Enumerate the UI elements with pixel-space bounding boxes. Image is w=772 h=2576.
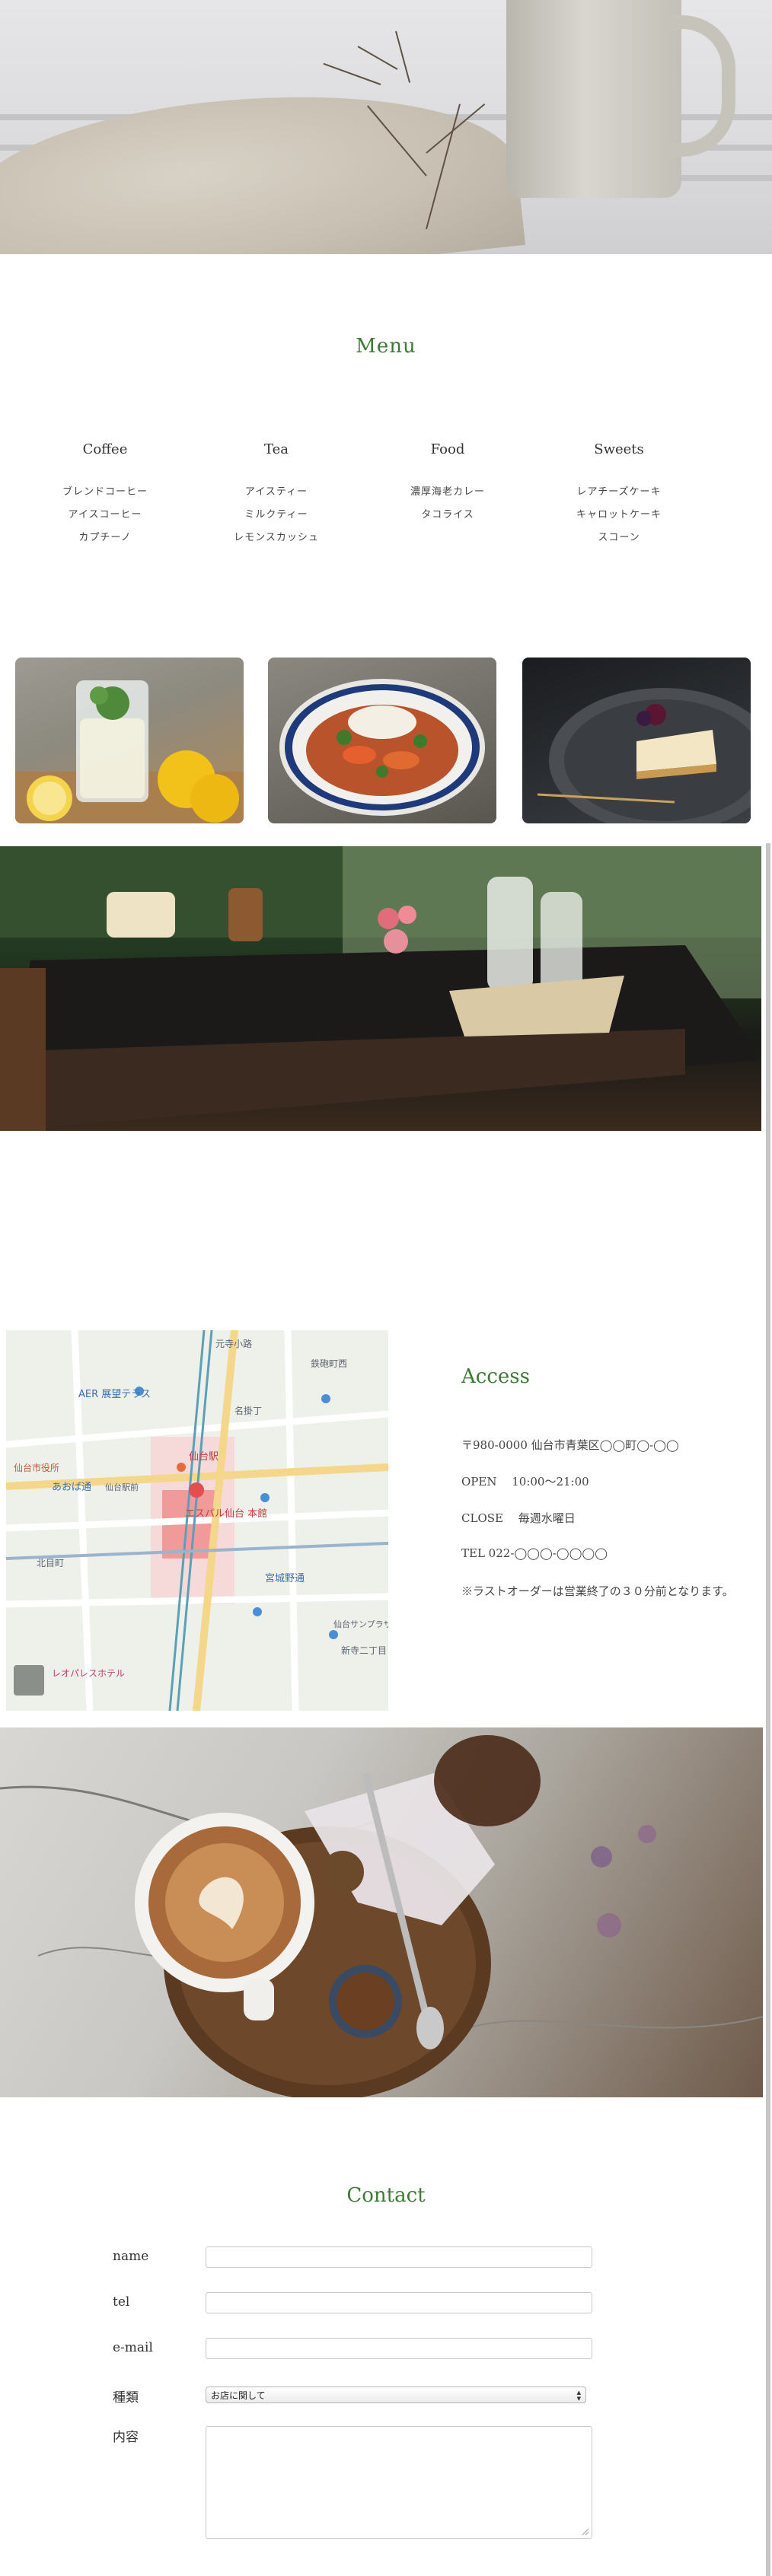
type-select[interactable]: お店に関して ▲ ▼	[206, 2387, 586, 2403]
menu-item: タコライス	[421, 509, 474, 521]
type-select-value: お店に関して	[211, 2390, 266, 2401]
latte-photo	[0, 1727, 763, 2097]
hero-image	[0, 0, 772, 254]
resize-handle-icon[interactable]	[582, 2528, 589, 2536]
menu-item: ミルクティー	[244, 509, 308, 521]
name-input[interactable]	[206, 2246, 592, 2268]
map[interactable]: 元寺小路 鉄砲町西 AER 展望テラス 名掛丁 仙台駅 あおば通 仙台駅前 エス…	[6, 1330, 388, 1711]
email-input[interactable]	[206, 2338, 592, 2359]
content-textarea[interactable]	[206, 2426, 592, 2539]
contact-title: Contact	[346, 2184, 426, 2207]
access-title: Access	[461, 1365, 530, 1388]
menu-column-coffee: Coffee ブレンドコーヒー アイスコーヒー カプチーノ	[21, 441, 189, 549]
curry-photo	[268, 658, 496, 823]
map-label: エスパル仙台 本館	[185, 1508, 267, 1520]
map-label: あおば通	[52, 1482, 91, 1493]
map-label: 仙台駅前	[105, 1482, 139, 1492]
menu-item: 濃厚海老カレー	[410, 486, 485, 498]
access-address: 〒980-0000 仙台市青葉区◯◯町◯-◯◯	[461, 1438, 679, 1452]
map-label: レオパレスホテル	[52, 1668, 125, 1679]
cafe-interior-photo	[0, 846, 761, 1131]
menu-item: ブレンドコーヒー	[62, 486, 148, 498]
access-tel: TEL 022-◯◯◯-◯◯◯◯	[461, 1546, 608, 1560]
menu-item: アイスティー	[244, 486, 308, 498]
map-label: AER 展望テラス	[78, 1388, 151, 1400]
content-label: 内容	[113, 2430, 139, 2445]
lemonade-photo	[15, 658, 244, 823]
map-label: 新寺二丁目	[341, 1645, 387, 1656]
menu-title: Menu	[356, 335, 416, 358]
pitcher-image	[506, 0, 681, 198]
menu-column-sweets: Sweets レアチーズケーキ キャロットケーキ スコーン	[535, 441, 703, 549]
menu-item: カプチーノ	[78, 532, 132, 543]
menu-category: Tea	[264, 441, 289, 457]
chevron-updown-icon: ▲ ▼	[576, 2390, 581, 2402]
menu-item: レアチーズケーキ	[576, 486, 662, 498]
tel-label: tel	[113, 2294, 130, 2310]
menu-category: Food	[430, 441, 465, 457]
menu-column-tea: Tea アイスティー ミルクティー レモンスカッシュ	[193, 441, 360, 549]
menu-item: アイスコーヒー	[68, 509, 142, 521]
map-label: 鉄砲町西	[311, 1358, 347, 1369]
access-closed-day: CLOSE 毎週水曜日	[461, 1511, 576, 1525]
map-label: 元寺小路	[215, 1338, 252, 1349]
cheesecake-photo	[522, 658, 751, 823]
menu-item: キャロットケーキ	[576, 509, 662, 521]
map-label: 仙台サンプラザ	[333, 1619, 388, 1629]
access-note: ※ラストオーダーは営業終了の３０分前となります。	[461, 1584, 734, 1598]
menu-item: スコーン	[598, 532, 640, 543]
email-label: e-mail	[113, 2340, 153, 2355]
map-label: 仙台市役所	[14, 1462, 59, 1473]
menu-category: Coffee	[82, 441, 128, 457]
map-label: 仙台駅	[189, 1451, 219, 1463]
tel-input[interactable]	[206, 2292, 592, 2313]
map-label: 宮城野通	[265, 1572, 305, 1584]
menu-category: Sweets	[594, 441, 644, 457]
type-label: 種類	[113, 2390, 139, 2406]
map-label: 北目町	[37, 1558, 64, 1568]
name-label: name	[113, 2249, 149, 2264]
menu-column-food: Food 濃厚海老カレー タコライス	[364, 441, 531, 527]
page-scrollbar[interactable]	[766, 843, 770, 2576]
menu-item: レモンスカッシュ	[234, 532, 319, 543]
access-open-hours: OPEN 10:00〜21:00	[461, 1475, 589, 1489]
map-label: 名掛丁	[234, 1405, 262, 1416]
